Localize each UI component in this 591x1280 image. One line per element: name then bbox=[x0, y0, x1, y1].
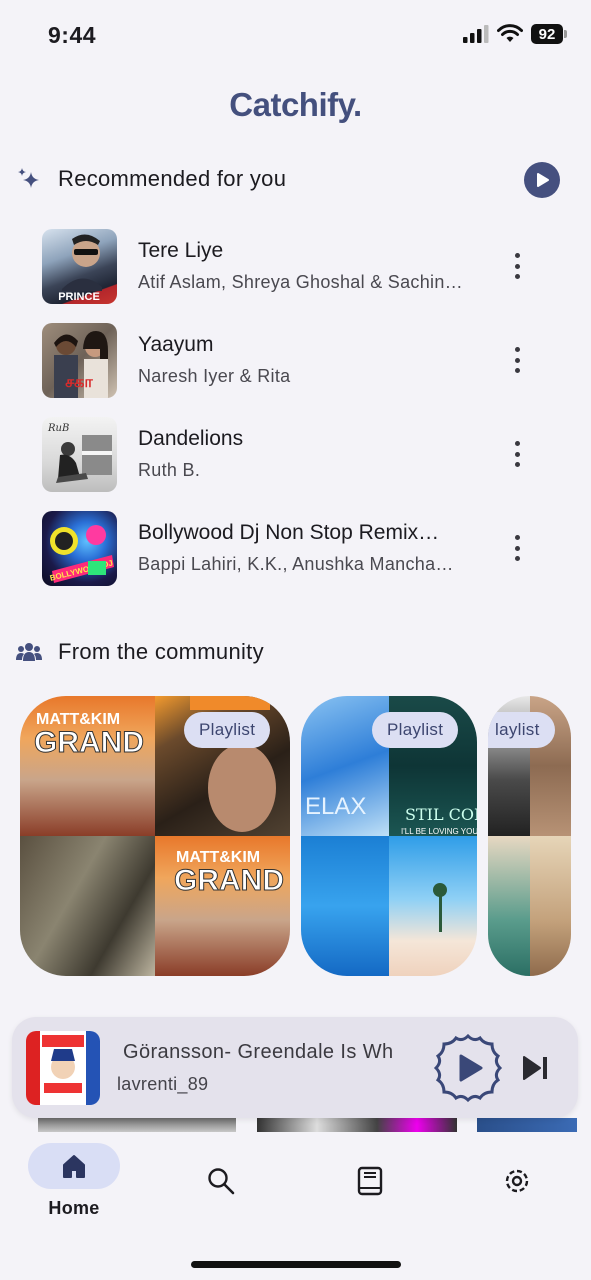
playlist-badge: Playlist bbox=[184, 712, 271, 748]
svg-text:GRAND: GRAND bbox=[174, 864, 284, 897]
song-artist: Ruth B. bbox=[138, 460, 201, 480]
home-indicator bbox=[191, 1261, 401, 1268]
play-all-button[interactable] bbox=[524, 162, 560, 198]
nav-home-label: Home bbox=[48, 1198, 100, 1218]
wifi-icon bbox=[497, 24, 523, 42]
song-title: Dandelions bbox=[138, 427, 244, 450]
nav-home[interactable]: Home bbox=[0, 1132, 120, 1222]
app-title: Catchify. bbox=[229, 86, 362, 123]
more-vert-icon[interactable] bbox=[505, 250, 529, 282]
cellular-signal-icon bbox=[463, 25, 489, 43]
now-playing-art bbox=[26, 1031, 100, 1105]
battery-level: 92 bbox=[531, 24, 563, 44]
svg-text:PRINCE: PRINCE bbox=[58, 291, 100, 303]
svg-text:GRAND: GRAND bbox=[34, 726, 144, 759]
song-artist: Atif Aslam, Shreya Ghoshal & Sachin… bbox=[138, 272, 463, 292]
now-playing-title: Göransson- Greendale Is Wh bbox=[123, 1041, 394, 1063]
more-vert-icon[interactable] bbox=[505, 532, 529, 564]
search-icon[interactable] bbox=[206, 1166, 236, 1196]
svg-text:I'LL BE LOVING YOU: I'LL BE LOVING YOU bbox=[401, 827, 477, 836]
settings-icon[interactable] bbox=[502, 1166, 532, 1196]
svg-text:RuB: RuB bbox=[47, 423, 69, 434]
now-playing-user: lavrenti_89 bbox=[117, 1074, 209, 1094]
svg-text:STIL COR: STIL COR bbox=[405, 805, 477, 824]
album-art: RuB bbox=[42, 417, 117, 492]
album-art: சகா bbox=[42, 323, 117, 398]
home-icon bbox=[63, 1155, 85, 1178]
play-icon bbox=[459, 1054, 483, 1082]
skip-next-icon[interactable] bbox=[518, 1051, 552, 1085]
song-title: Bollywood Dj Non Stop Remix… bbox=[138, 521, 440, 544]
play-button[interactable] bbox=[432, 1032, 504, 1104]
playlist-card[interactable]: ELAX STIL COR I'LL BE LOVING YOU Playlis… bbox=[301, 696, 477, 976]
playlist-card[interactable]: MATT&KIM GRAND MATT&KIM GRAND Playlist bbox=[20, 696, 290, 976]
sparkle-icon bbox=[16, 166, 42, 192]
status-icons: 92 bbox=[463, 24, 567, 44]
playlist-badge: laylist bbox=[488, 712, 555, 748]
song-artist: Bappi Lahiri, K.K., Anushka Mancha… bbox=[138, 554, 454, 574]
community-playlists: MATT&KIM GRAND MATT&KIM GRAND Playlist E… bbox=[0, 696, 591, 978]
library-icon[interactable] bbox=[355, 1166, 385, 1196]
album-art: BOLLYWOOD DJ bbox=[42, 511, 117, 586]
community-icon bbox=[16, 639, 42, 665]
svg-text:சகா: சகா bbox=[65, 372, 93, 391]
song-title: Tere Liye bbox=[138, 239, 224, 262]
nav-home-indicator bbox=[28, 1143, 120, 1189]
album-art: PRINCE bbox=[42, 229, 117, 304]
battery-tip bbox=[564, 30, 567, 38]
status-time: 9:44 bbox=[48, 22, 97, 48]
svg-text:ELAX: ELAX bbox=[305, 793, 366, 820]
community-header: From the community bbox=[16, 639, 264, 665]
playlist-card[interactable]: laylist bbox=[488, 696, 571, 976]
battery-indicator: 92 bbox=[531, 24, 567, 44]
song-item[interactable]: BOLLYWOOD DJ Bollywood Dj Non Stop Remix… bbox=[0, 508, 591, 588]
song-title: Yaayum bbox=[138, 333, 214, 356]
peek-row bbox=[0, 1118, 591, 1132]
song-item[interactable]: RuB Dandelions Ruth B. bbox=[0, 414, 591, 494]
community-title: From the community bbox=[58, 639, 264, 664]
recommended-title: Recommended for you bbox=[58, 166, 287, 191]
recommended-header: Recommended for you bbox=[16, 166, 286, 192]
song-item[interactable]: சகா Yaayum Naresh Iyer & Rita bbox=[0, 320, 591, 400]
bottom-navigation: Home bbox=[0, 1132, 591, 1280]
song-item[interactable]: PRINCE Tere Liye Atif Aslam, Shreya Ghos… bbox=[0, 226, 591, 306]
more-vert-icon[interactable] bbox=[505, 438, 529, 470]
now-playing-bar[interactable]: Göransson- Greendale Is Wh lavrenti_89 bbox=[12, 1017, 578, 1118]
play-icon bbox=[537, 173, 549, 187]
song-artist: Naresh Iyer & Rita bbox=[138, 366, 291, 386]
more-vert-icon[interactable] bbox=[505, 344, 529, 376]
playlist-badge: Playlist bbox=[372, 712, 459, 748]
status-bar: 9:44 92 bbox=[0, 0, 591, 70]
